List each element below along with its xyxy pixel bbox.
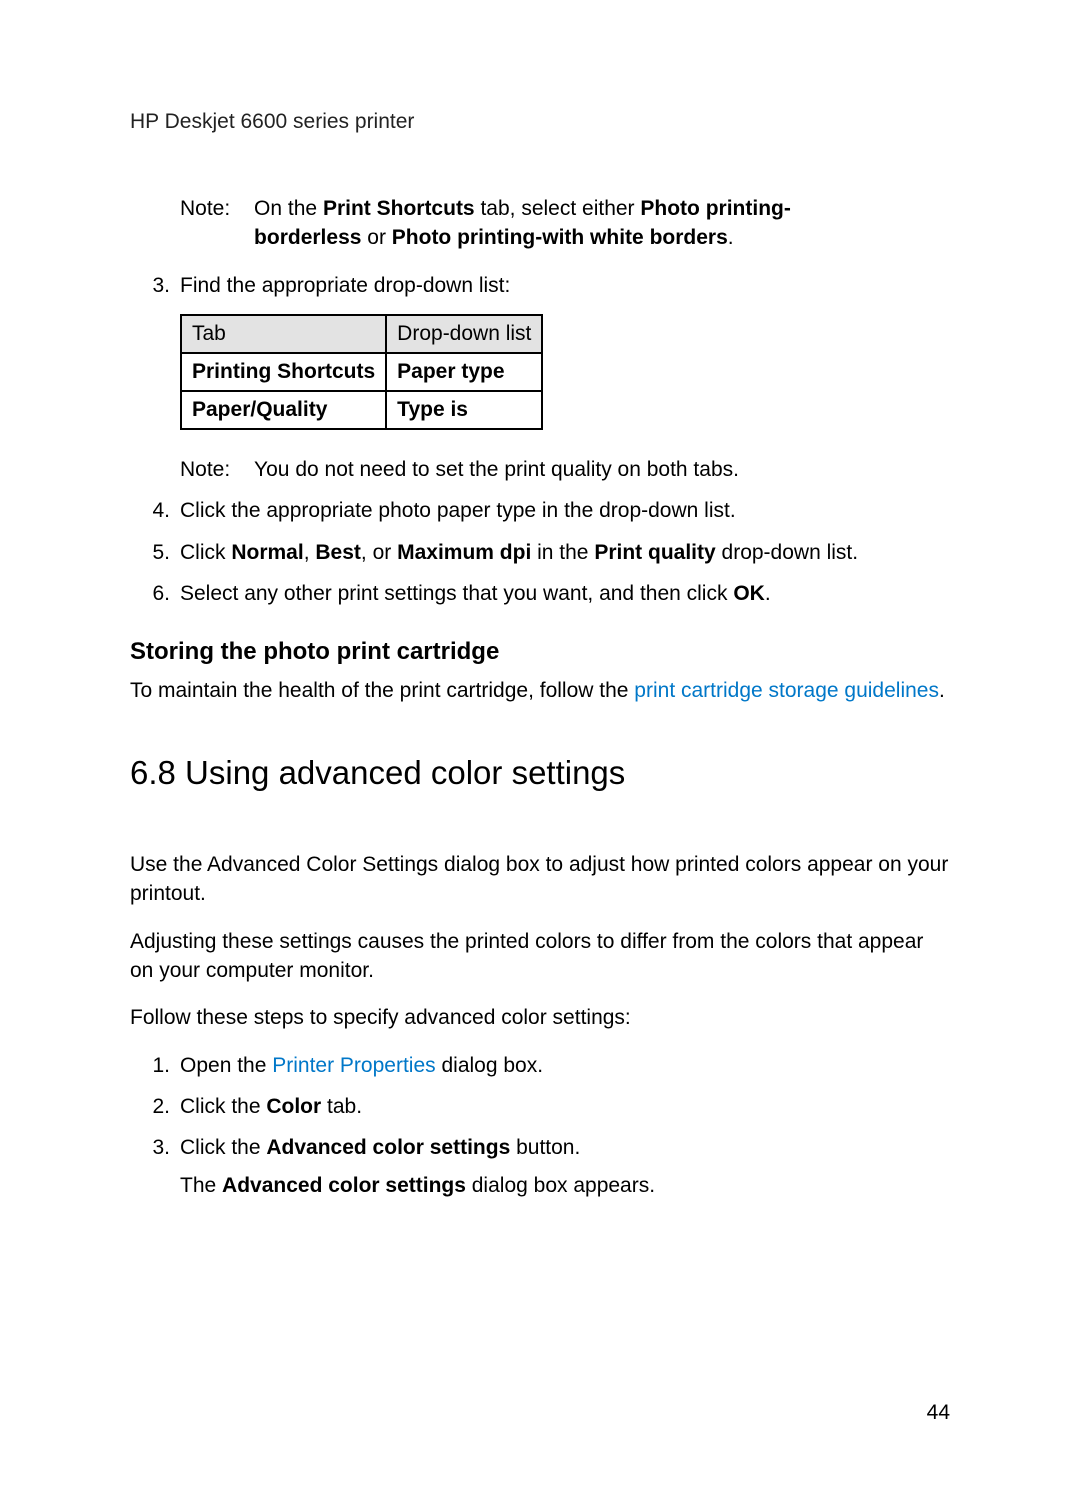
bold-text: Advanced color settings — [222, 1174, 466, 1197]
note-body: On the Print Shortcuts tab, select eithe… — [254, 194, 874, 253]
table-row: Paper/Quality Type is — [181, 391, 542, 429]
text: tab. — [321, 1095, 362, 1118]
step-2: 2. Click the Color tab. — [148, 1092, 950, 1121]
text: Select any other print settings that you… — [180, 582, 733, 605]
bold-text: Normal — [231, 541, 303, 564]
text: To maintain the health of the print cart… — [130, 679, 634, 702]
table-cell: Type is — [386, 391, 542, 429]
step-body: Find the appropriate drop-down list: — [180, 271, 950, 300]
table-cell: Paper/Quality — [181, 391, 386, 429]
text: , or — [361, 541, 397, 564]
bold-text: Print quality — [594, 541, 715, 564]
bold-text: Best — [315, 541, 361, 564]
text: . — [765, 582, 771, 605]
link-cartridge-storage[interactable]: print cartridge storage guidelines — [634, 679, 939, 702]
bold-text: Color — [266, 1095, 321, 1118]
note-block-1: Note: On the Print Shortcuts tab, select… — [180, 194, 950, 253]
storage-paragraph: To maintain the health of the print cart… — [130, 676, 950, 705]
doc-header: HP Deskjet 6600 series printer — [130, 110, 950, 134]
step-6: 6. Select any other print settings that … — [148, 579, 950, 608]
link-printer-properties[interactable]: Printer Properties — [272, 1054, 435, 1077]
step-body: Click the appropriate photo paper type i… — [180, 496, 950, 525]
text: On the — [254, 197, 323, 220]
text: Open the — [180, 1054, 272, 1077]
table-cell: Paper type — [386, 353, 542, 391]
bold-text: Print Shortcuts — [323, 197, 475, 220]
step-num: 4. — [148, 496, 180, 525]
text: Click — [180, 541, 231, 564]
section-heading-6-8: 6.8 Using advanced color settings — [130, 754, 950, 792]
step-num: 5. — [148, 538, 180, 567]
text: dialog box appears. — [466, 1174, 655, 1197]
bold-text: Maximum dpi — [397, 541, 531, 564]
dropdown-table-wrap: Tab Drop-down list Printing Shortcuts Pa… — [180, 314, 950, 430]
step-num: 2. — [148, 1092, 180, 1121]
table-row: Printing Shortcuts Paper type — [181, 353, 542, 391]
paragraph: Follow these steps to specify advanced c… — [130, 1003, 950, 1032]
paragraph: Use the Advanced Color Settings dialog b… — [130, 850, 950, 909]
steps-list-upper: 3. Find the appropriate drop-down list: — [148, 271, 950, 300]
step-body: Select any other print settings that you… — [180, 579, 950, 608]
bold-text: OK — [733, 582, 765, 605]
text: , — [304, 541, 316, 564]
step-3: 3. Find the appropriate drop-down list: — [148, 271, 950, 300]
text: . — [939, 679, 945, 702]
note-label: Note: — [180, 458, 230, 482]
text: Click the — [180, 1095, 266, 1118]
text: or — [361, 226, 391, 249]
paragraph: Adjusting these settings causes the prin… — [130, 927, 950, 986]
page-number: 44 — [927, 1401, 950, 1425]
text: drop-down list. — [716, 541, 858, 564]
step-1: 1. Open the Printer Properties dialog bo… — [148, 1051, 950, 1080]
step-num: 3. — [148, 1133, 180, 1200]
step-num: 6. — [148, 579, 180, 608]
step-5: 5. Click Normal, Best, or Maximum dpi in… — [148, 538, 950, 567]
table-cell: Printing Shortcuts — [181, 353, 386, 391]
table-header-tab: Tab — [181, 315, 386, 353]
steps-list-mid: 4. Click the appropriate photo paper typ… — [148, 496, 950, 608]
step-3b: 3. Click the Advanced color settings but… — [148, 1133, 950, 1200]
text: Click the — [180, 1136, 266, 1159]
note-body: You do not need to set the print quality… — [254, 458, 874, 482]
text: button. — [510, 1136, 580, 1159]
steps-list-lower: 1. Open the Printer Properties dialog bo… — [148, 1051, 950, 1201]
step-body: Click the Advanced color settings button… — [180, 1133, 950, 1200]
step-sub-paragraph: The Advanced color settings dialog box a… — [180, 1171, 950, 1200]
note-label: Note: — [180, 194, 230, 223]
text: in the — [531, 541, 594, 564]
step-body: Open the Printer Properties dialog box. — [180, 1051, 950, 1080]
text: dialog box. — [436, 1054, 543, 1077]
step-num: 1. — [148, 1051, 180, 1080]
text: tab, select either — [475, 197, 641, 220]
dropdown-table: Tab Drop-down list Printing Shortcuts Pa… — [180, 314, 543, 430]
text: The — [180, 1174, 222, 1197]
note-block-2: Note: You do not need to set the print q… — [180, 458, 950, 482]
table-header-dropdown: Drop-down list — [386, 315, 542, 353]
bold-text: Photo printing-with white borders — [392, 226, 728, 249]
step-num: 3. — [148, 271, 180, 300]
step-body: Click the Color tab. — [180, 1092, 950, 1121]
table-header-row: Tab Drop-down list — [181, 315, 542, 353]
step-4: 4. Click the appropriate photo paper typ… — [148, 496, 950, 525]
text: . — [728, 226, 734, 249]
step-body: Click Normal, Best, or Maximum dpi in th… — [180, 538, 950, 567]
section-heading-storage: Storing the photo print cartridge — [130, 638, 950, 666]
bold-text: Advanced color settings — [266, 1136, 510, 1159]
